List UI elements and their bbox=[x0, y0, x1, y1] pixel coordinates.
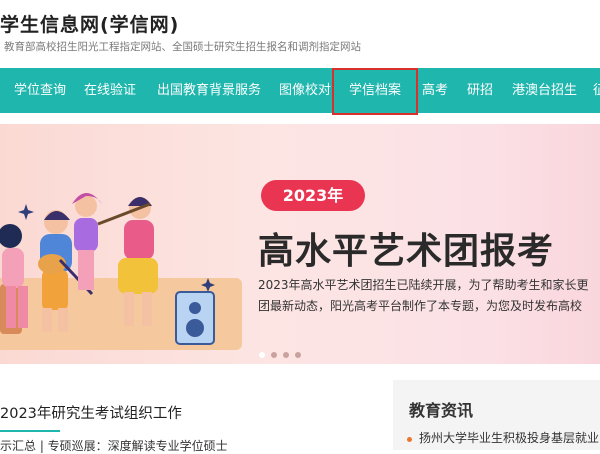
nav-highlight-box bbox=[332, 68, 418, 115]
title-underline bbox=[0, 430, 60, 432]
nav-item-yanzhao[interactable]: 研招 bbox=[467, 68, 493, 113]
banner-headline: 高水平艺术团报考 bbox=[258, 231, 555, 272]
exam-news-title[interactable]: 2023年研究生考试组织工作 bbox=[0, 402, 182, 423]
nav-item-more[interactable]: 征 bbox=[593, 68, 600, 113]
musicians-illustration bbox=[0, 193, 215, 345]
exam-news-links[interactable]: 示汇总 | 专硕巡展：深度解读专业学位硕士 bbox=[0, 437, 228, 454]
banner-description-line2: 团最新动态，阳光高考平台制作了本专题，为您及时发布高校 bbox=[258, 299, 583, 313]
carousel-dot-3[interactable] bbox=[283, 352, 289, 358]
nav-item-hk-macao-taiwan[interactable]: 港澳台招生 bbox=[512, 68, 577, 113]
nav-item-gaokao[interactable]: 高考 bbox=[422, 68, 448, 113]
carousel-dot-4[interactable] bbox=[295, 352, 301, 358]
nav-item-study-abroad-service[interactable]: 出国教育背景服务 bbox=[157, 68, 261, 113]
nav-item-image-check[interactable]: 图像校对 bbox=[279, 68, 331, 113]
nav-item-degree-query[interactable]: 学位查询 bbox=[14, 68, 66, 113]
site-header: 学生信息网(学信网) 教育部高校招生阳光工程指定网站、全国硕士研究生招生报名和调… bbox=[0, 0, 600, 68]
nav-item-online-verify[interactable]: 在线验证 bbox=[84, 68, 136, 113]
carousel-dot-2[interactable] bbox=[271, 352, 277, 358]
banner-description-line1: 2023年高水平艺术团招生已陆续开展，为了帮助考生和家长更 bbox=[258, 278, 589, 292]
year-badge: 2023年 bbox=[261, 180, 365, 211]
carousel-dots bbox=[259, 343, 307, 362]
bullet-icon bbox=[407, 437, 412, 442]
carousel-dot-1[interactable] bbox=[259, 352, 265, 358]
main-nav: 学位查询 在线验证 出国教育背景服务 图像校对 学信档案 高考 研招 港澳台招生… bbox=[0, 68, 600, 113]
site-title[interactable]: 学生信息网(学信网) bbox=[0, 10, 179, 37]
news-list-item[interactable]: 扬州大学毕业生积极投身基层就业 bbox=[419, 429, 599, 446]
site-subtitle: 教育部高校招生阳光工程指定网站、全国硕士研究生招生报名和调剂指定网站 bbox=[4, 41, 361, 53]
education-news-title: 教育资讯 bbox=[409, 401, 474, 420]
